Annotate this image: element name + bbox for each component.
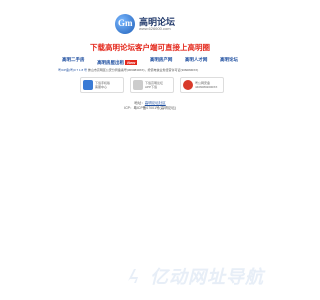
watermark: 亿动网址导航: [124, 262, 296, 290]
logo-url: www.626600.com: [139, 26, 171, 31]
badge-app-line2: APP下载: [145, 85, 158, 89]
footer-address-label: 地址：: [134, 101, 145, 105]
badge-police-line2: 44060802000XX: [195, 85, 218, 89]
app-download-icon: [133, 80, 143, 90]
nav-link-jobs[interactable]: 高明人才网: [185, 57, 208, 63]
nav-item-rental: 高明房屋出租 New: [97, 51, 138, 69]
info-text: 佛山市高明区公安分局备案号(3060830XX)，增值电信业务经营许可证(306…: [87, 68, 199, 72]
site-logo[interactable]: Gm 高明论坛 www.626600.com: [115, 14, 195, 36]
badge-mobile[interactable]: 下载手机版 客服中心: [80, 77, 124, 93]
download-headline[interactable]: 下载高明论坛客户端可直接上高明圈: [0, 42, 300, 53]
new-badge: New: [125, 59, 138, 65]
logo-mark: Gm: [118, 18, 133, 28]
nav-link-real-estate[interactable]: 高明房产网: [150, 57, 173, 63]
badge-row: 下载手机版 客服中心 下载高明论坛 APP下载 粤公网安备 4406080200…: [80, 77, 224, 95]
mobile-app-icon: [83, 80, 93, 90]
watermark-logo-icon: [128, 269, 138, 283]
footer-community-link[interactable]: 高明论坛社区: [145, 101, 166, 105]
nav-bar: 高明二手房 高明房屋出租 New 高明房产网 高明人才网 高明论坛: [62, 55, 238, 65]
footer: 地址：高明论坛社区 ICP：粤ICP备07001号(高明论坛): [0, 101, 300, 111]
nav-link-forum[interactable]: 高明论坛: [220, 57, 238, 63]
nav-link-secondhand-house[interactable]: 高明二手房: [62, 57, 85, 63]
police-emblem-icon: [183, 80, 193, 90]
footer-line2: ICP：粤ICP备07001号(高明论坛): [124, 106, 176, 110]
info-row: 粤ICP备(粤)0 7 1 8 号 佛山市高明区公安分局备案号(3060830X…: [58, 68, 242, 72]
nav-link-house-rental[interactable]: 高明房屋出租: [97, 60, 124, 65]
watermark-text: 亿动网址导航: [150, 267, 264, 288]
badge-police[interactable]: 粤公网安备 44060802000XX: [180, 77, 224, 93]
badge-mobile-line2: 客服中心: [95, 85, 108, 89]
badge-app[interactable]: 下载高明论坛 APP下载: [130, 77, 174, 93]
icp-link[interactable]: 粤ICP备(粤)0 7 1 8 号: [58, 68, 87, 72]
